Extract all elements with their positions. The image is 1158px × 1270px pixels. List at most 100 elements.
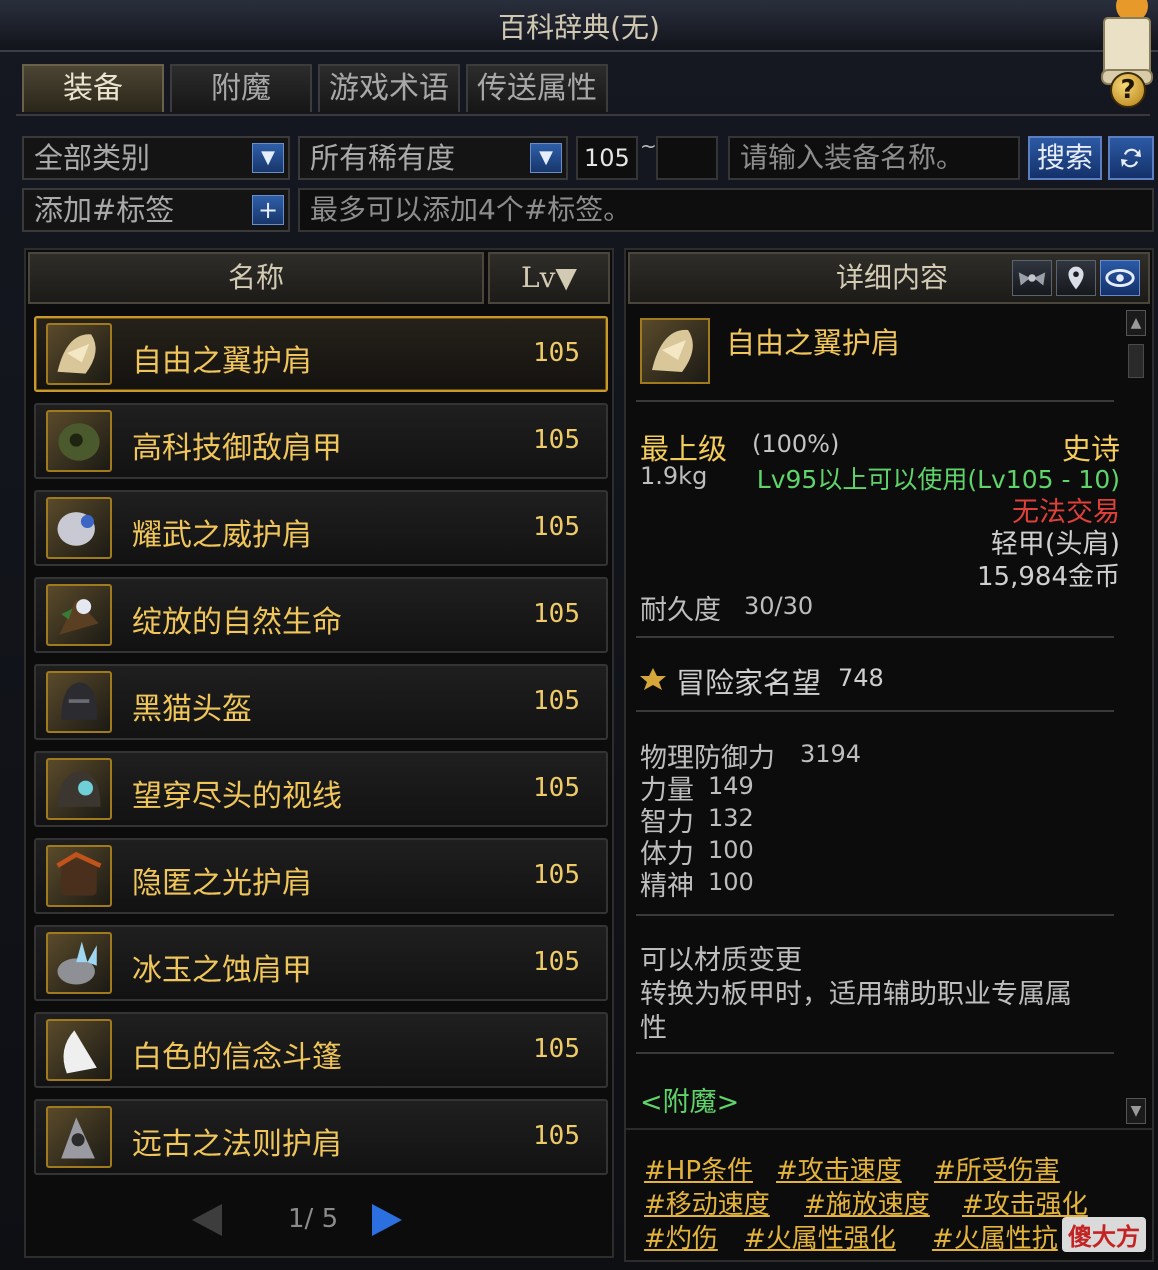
chevron-down-icon[interactable]: ▼: [252, 143, 284, 173]
stat-value: 132: [708, 804, 754, 832]
category-select-value: 全部类别: [34, 141, 151, 175]
rarity-select-value: 所有稀有度: [310, 141, 456, 175]
item-level: 105: [533, 947, 580, 977]
item-level: 105: [533, 1034, 580, 1064]
item-level: 105: [533, 338, 580, 368]
item-icon: [46, 323, 112, 385]
list-item[interactable]: 绽放的自然生命 105: [34, 577, 608, 653]
tag-link[interactable]: #所受伤害: [934, 1150, 1060, 1187]
add-tag-icon[interactable]: +: [252, 195, 284, 225]
detail-scrollbar[interactable]: ▲ ▼: [1126, 310, 1146, 1130]
encyclopedia-window: 百科辞典(无) ? 装备 附魔 游戏术语 传送属性 全部类别 ▼ 所有稀有度 ▼…: [0, 0, 1158, 1270]
detail-durability-label: 耐久度: [640, 595, 721, 626]
list-item[interactable]: 望穿尽头的视线 105: [34, 751, 608, 827]
location-button[interactable]: [1056, 260, 1096, 296]
list-item[interactable]: 耀武之威护肩 105: [34, 490, 608, 566]
tab-game-terms[interactable]: 游戏术语: [318, 64, 460, 112]
divider: [636, 914, 1114, 916]
stat-value: 149: [708, 772, 754, 800]
tag-add-placeholder: 添加#标签: [34, 193, 175, 227]
divider: [636, 1052, 1114, 1054]
help-button[interactable]: ?: [1110, 72, 1146, 108]
item-name: 绽放的自然生命: [132, 605, 342, 640]
refresh-icon: [1121, 148, 1141, 168]
item-name: 黑猫头盔: [132, 692, 252, 727]
tab-bar: 装备 附魔 游戏术语 传送属性: [22, 64, 608, 114]
item-level: 105: [533, 425, 580, 455]
detail-enchant-label: <附魔>: [640, 1087, 740, 1118]
watermark-logo: 傻大方: [1062, 1217, 1146, 1252]
tab-teleport-attributes[interactable]: 传送属性: [466, 64, 608, 112]
prev-page-icon[interactable]: [192, 1204, 222, 1236]
fame-icon: [640, 668, 666, 690]
detail-fame-label: 冒险家名望: [676, 666, 822, 700]
list-item[interactable]: 黑猫头盔 105: [34, 664, 608, 740]
list-item[interactable]: 隐匿之光护肩 105: [34, 838, 608, 914]
equipment-list-panel: 名称 Lv▼ 自由之翼护肩 105 高科技御敌肩甲 105 耀武之威护肩 105…: [24, 248, 614, 1258]
divider: [636, 636, 1114, 638]
detail-item-name: 自由之翼护肩: [726, 326, 901, 360]
tab-enchant[interactable]: 附魔: [170, 64, 312, 112]
list-item[interactable]: 自由之翼护肩 105: [34, 316, 608, 392]
next-page-icon[interactable]: [372, 1204, 402, 1236]
list-item[interactable]: 高科技御敌肩甲 105: [34, 403, 608, 479]
item-level: 105: [533, 860, 580, 890]
item-icon: [46, 410, 112, 472]
item-icon: [46, 845, 112, 907]
detail-note-line: 转换为板甲时，适用辅助职业专属属: [640, 979, 1072, 1010]
divider: [636, 400, 1114, 402]
window-title: 百科辞典(无): [498, 11, 660, 44]
detail-panel: 详细内容 ▲ ▼ 自由之翼护肩 最上级 (100%) 史诗 1.9kg Lv95…: [624, 248, 1154, 1262]
stat-label: 精神: [640, 871, 694, 902]
item-level: 105: [533, 1121, 580, 1151]
tag-add-field[interactable]: 添加#标签 +: [22, 188, 290, 232]
rarity-select[interactable]: 所有稀有度 ▼: [298, 136, 568, 180]
preview-button[interactable]: [1100, 260, 1140, 296]
tag-link[interactable]: #攻击强化: [962, 1184, 1088, 1221]
stat-value: 100: [708, 868, 754, 896]
column-header-lv[interactable]: Lv▼: [488, 252, 610, 304]
tag-link[interactable]: #施放速度: [804, 1184, 930, 1221]
item-name: 远古之法则护肩: [132, 1127, 342, 1162]
item-icon: [46, 932, 112, 994]
item-level: 105: [533, 599, 580, 629]
item-icon: [46, 1106, 112, 1168]
detail-fame-value: 748: [838, 664, 884, 692]
item-icon: [46, 671, 112, 733]
tag-link[interactable]: #灼伤: [644, 1218, 718, 1255]
chevron-down-icon[interactable]: ▼: [530, 143, 562, 173]
scroll-up-icon[interactable]: ▲: [1126, 310, 1146, 336]
scroll-down-icon[interactable]: ▼: [1126, 1098, 1146, 1124]
detail-durability: 30/30: [744, 592, 814, 620]
tab-equipment[interactable]: 装备: [22, 64, 164, 112]
scroll-thumb[interactable]: [1128, 344, 1144, 378]
item-name: 白色的信念斗篷: [132, 1040, 342, 1075]
location-pin-icon: [1068, 266, 1084, 290]
level-range-tilde: ~: [640, 134, 657, 158]
compare-button[interactable]: [1012, 260, 1052, 296]
divider: [636, 710, 1114, 712]
detail-note-line: 性: [640, 1013, 667, 1044]
level-min-input[interactable]: 105: [576, 136, 638, 180]
refresh-button[interactable]: [1108, 136, 1154, 180]
item-name: 耀武之威护肩: [132, 518, 312, 553]
list-item[interactable]: 白色的信念斗篷 105: [34, 1012, 608, 1088]
item-name-search-input[interactable]: 请输入装备名称。: [728, 136, 1020, 180]
category-select[interactable]: 全部类别 ▼: [22, 136, 290, 180]
level-max-input[interactable]: [656, 136, 718, 180]
tag-link[interactable]: #攻击速度: [776, 1150, 902, 1187]
item-level: 105: [533, 512, 580, 542]
stat-value: 100: [708, 836, 754, 864]
column-header-name[interactable]: 名称: [28, 252, 484, 304]
item-name: 望穿尽头的视线: [132, 779, 342, 814]
tag-link[interactable]: #移动速度: [644, 1184, 770, 1221]
tag-link[interactable]: #火属性强化: [744, 1218, 896, 1255]
eye-icon: [1105, 269, 1135, 287]
page-indicator: 1/ 5: [288, 1204, 339, 1234]
list-item[interactable]: 远古之法则护肩 105: [34, 1099, 608, 1175]
list-item[interactable]: 冰玉之蚀肩甲 105: [34, 925, 608, 1001]
item-name: 高科技御敌肩甲: [132, 431, 342, 466]
tag-link[interactable]: #火属性抗: [932, 1218, 1058, 1255]
tag-link[interactable]: #HP条件: [644, 1150, 753, 1187]
search-button[interactable]: 搜索: [1028, 136, 1102, 180]
